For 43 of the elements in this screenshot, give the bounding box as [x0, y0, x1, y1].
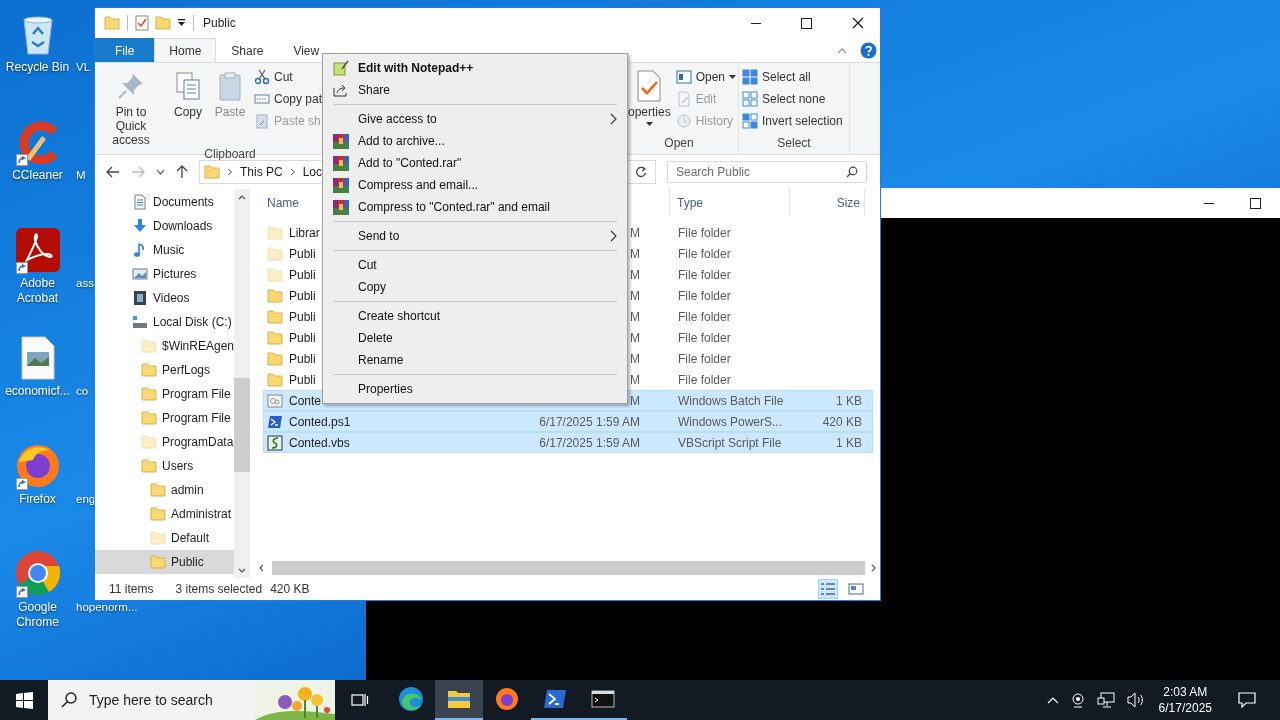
group-label: Open — [663, 136, 695, 152]
item-count: 11 items — [109, 582, 154, 596]
file-name: Publi — [289, 246, 316, 261]
date-modified: 6/17/2025 1:59 AM — [539, 414, 640, 429]
file-size: 420 KB — [822, 414, 862, 429]
file-name: Publi — [289, 267, 316, 282]
date-modified: M — [630, 351, 640, 366]
file-type: File folder — [678, 246, 731, 261]
date-modified: M — [630, 393, 640, 408]
file-type: File folder — [678, 288, 731, 303]
file-type: File folder — [678, 309, 731, 324]
date-modified: M — [630, 225, 640, 240]
file-name: Conte — [289, 393, 322, 408]
window-title: Public — [203, 16, 236, 30]
file-name: Conted.ps1 — [289, 414, 351, 429]
group-label: Select — [776, 136, 812, 152]
date-modified: M — [630, 330, 640, 345]
file-name: Publi — [289, 309, 316, 324]
file-name: Publi — [289, 372, 316, 387]
selection-size: 420 KB — [270, 582, 310, 596]
date-modified: M — [630, 267, 640, 282]
file-type: File folder — [678, 351, 731, 366]
date-modified: M — [630, 372, 640, 387]
selection-count: 3 items selected — [175, 582, 263, 596]
file-name: Conted.vbs — [289, 435, 350, 450]
file-type: File folder — [678, 330, 731, 345]
file-name: Publi — [289, 330, 316, 345]
file-type: File folder — [678, 372, 731, 387]
file-type: File folder — [678, 267, 731, 282]
file-type: VBScript Script File — [678, 435, 782, 450]
file-name: Publi — [289, 288, 316, 303]
file-type: Windows PowerS... — [678, 414, 783, 429]
date-modified: M — [630, 246, 640, 261]
date-modified: M — [630, 309, 640, 324]
file-type: Windows Batch File — [678, 393, 784, 408]
date-modified: 6/17/2025 1:59 AM — [539, 435, 640, 450]
file-size: 1 KB — [836, 393, 862, 408]
file-name: Publi — [289, 351, 316, 366]
date-modified: M — [630, 288, 640, 303]
group-label: Clipboard — [203, 147, 257, 161]
file-size: 1 KB — [836, 435, 862, 450]
file-type: File folder — [678, 225, 731, 240]
file-name: Librar — [289, 225, 320, 240]
